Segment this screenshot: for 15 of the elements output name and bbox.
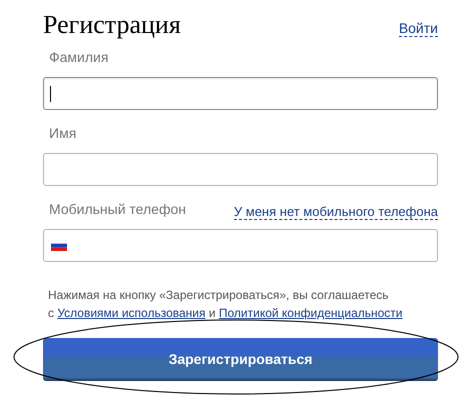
no-mobile-phone-link[interactable]: У меня нет мобильного телефона [234, 204, 438, 220]
input-field[interactable] [43, 77, 438, 110]
input-field[interactable] [43, 153, 438, 186]
agreement-text: Нажимая на кнопку «Зарегистрироваться», вы соглашаетесь с Условиями использования и Политикой конфиденциальности [47, 287, 404, 322]
page-title: Регистрация [43, 10, 181, 40]
terms-of-use-link[interactable]: Условиями использования [57, 306, 206, 320]
text-cursor [50, 86, 51, 102]
login-link[interactable]: Войти [398, 20, 438, 37]
field-label: Имя [49, 124, 76, 143]
privacy-policy-link[interactable]: Политикой конфиденциальности [218, 306, 402, 320]
field-label: Фамилия [49, 48, 108, 67]
field-label: Мобильный телефон [49, 200, 186, 219]
register-button[interactable]: Зарегистрироваться [43, 338, 438, 381]
input-field[interactable] [43, 229, 438, 262]
russia-flag-icon [51, 240, 67, 251]
